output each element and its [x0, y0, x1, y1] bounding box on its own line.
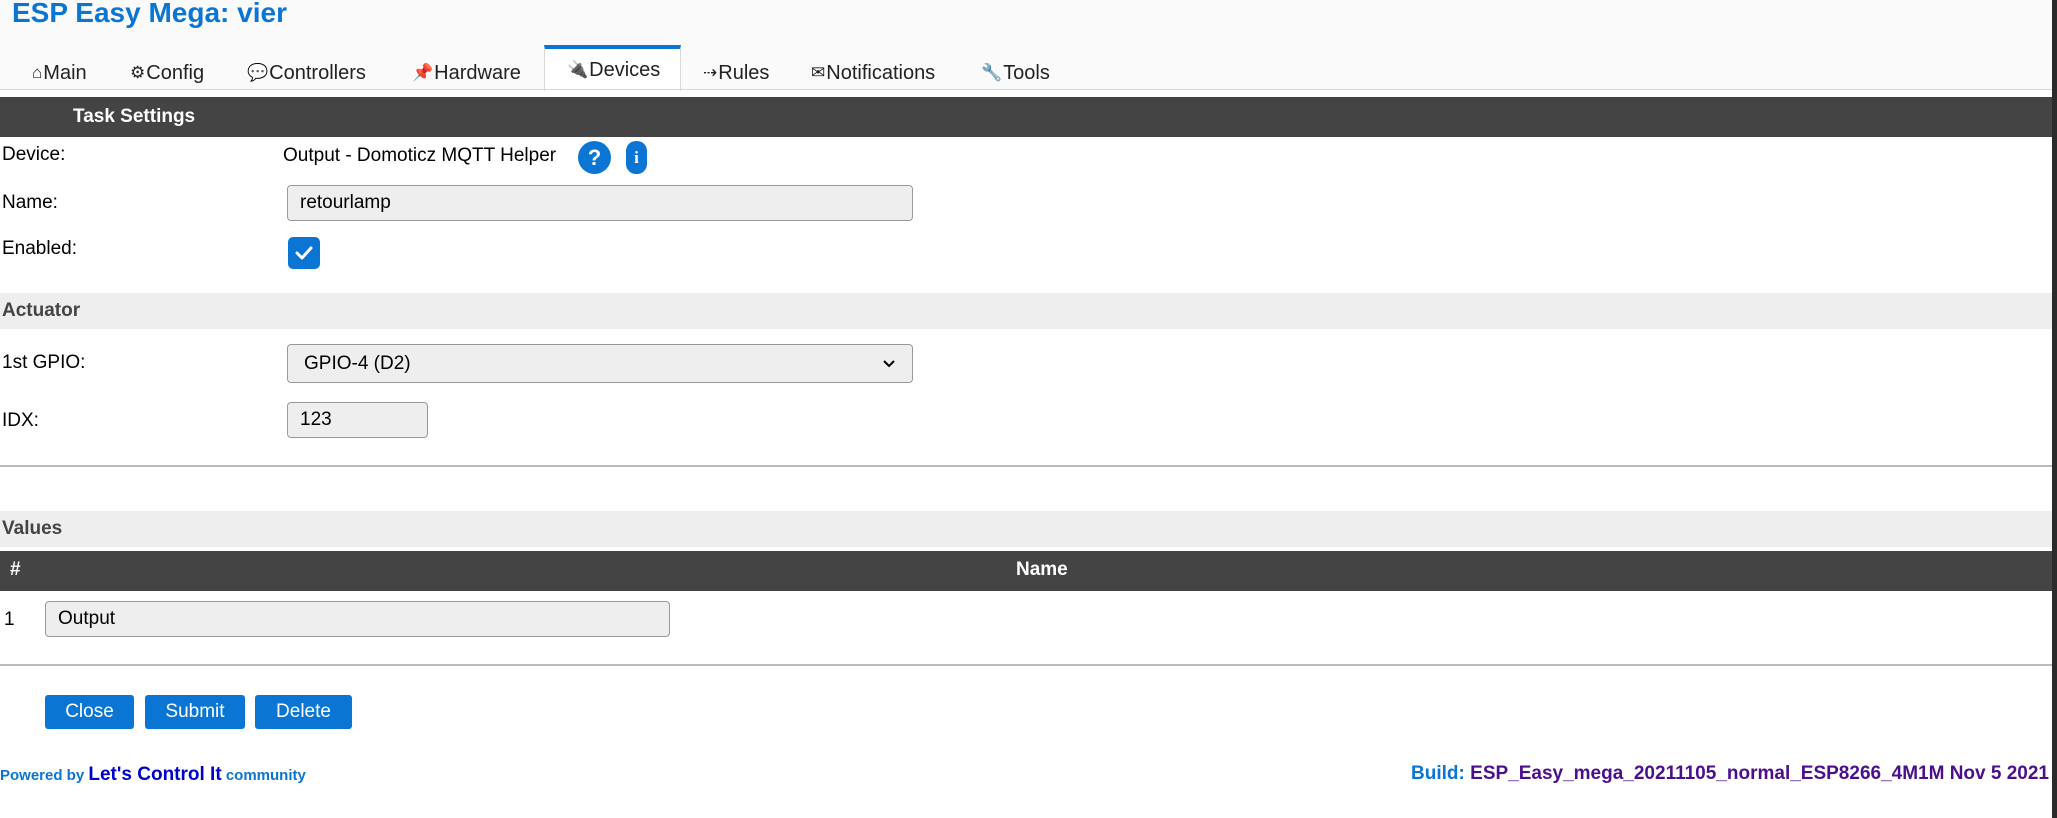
tab-devices[interactable]: 🔌 Devices: [544, 45, 682, 91]
gpio-label: 1st GPIO:: [2, 352, 86, 373]
tab-label: Config: [146, 61, 205, 84]
task-settings-header: Task Settings: [0, 97, 2052, 137]
device-label: Device:: [2, 144, 66, 165]
gear-icon: ⚙: [130, 63, 146, 82]
actuator-header: Actuator: [0, 293, 2052, 329]
enabled-label: Enabled:: [2, 238, 78, 259]
tab-label: Rules: [718, 61, 770, 84]
divider: [0, 465, 2052, 467]
tab-hardware[interactable]: 📌 Hardware: [412, 56, 521, 90]
idx-input[interactable]: 123: [287, 402, 428, 438]
chevron-down-icon: [883, 359, 895, 367]
tab-label: Notifications: [826, 61, 936, 84]
plug-icon: 🔌: [567, 60, 589, 79]
submit-button[interactable]: Submit: [145, 695, 245, 729]
tab-label: Controllers: [269, 61, 366, 84]
tab-main[interactable]: ⌂ Main: [32, 56, 87, 90]
footer-build: Build: ESP_Easy_mega_20211105_normal_ESP…: [1411, 763, 2049, 784]
tab-config[interactable]: ⚙ Config: [130, 56, 204, 90]
enabled-checkbox[interactable]: [288, 237, 320, 269]
wrench-icon: 🔧: [981, 63, 1003, 82]
tab-label: Main: [43, 61, 87, 84]
column-header-name: Name: [1016, 559, 1068, 580]
info-icon[interactable]: i: [626, 141, 647, 174]
footer-powered-by: Powered by Let's Control It community: [0, 764, 306, 785]
name-input[interactable]: retourlamp: [287, 185, 913, 221]
tab-label: Hardware: [434, 61, 521, 84]
envelope-icon: ✉: [811, 63, 826, 82]
tab-rules[interactable]: ⇢ Rules: [703, 56, 769, 90]
checkmark-icon: [295, 246, 313, 260]
tab-notifications[interactable]: ✉ Notifications: [811, 56, 935, 90]
value-name-input[interactable]: Output: [45, 601, 670, 637]
chat-icon: 💬: [247, 63, 269, 82]
gpio-select[interactable]: GPIO-4 (D2): [287, 344, 913, 383]
arrow-right-icon: ⇢: [703, 63, 718, 82]
build-value: ESP_Easy_mega_20211105_normal_ESP8266_4M…: [1470, 763, 2049, 784]
tabbar-divider: [0, 89, 2052, 90]
values-header: Values: [0, 511, 2052, 547]
help-icon[interactable]: ?: [578, 141, 611, 174]
delete-button[interactable]: Delete: [255, 695, 352, 729]
idx-label: IDX:: [2, 410, 39, 431]
window-edge: [2052, 0, 2057, 818]
tab-label: Devices: [589, 58, 661, 81]
home-icon: ⌂: [32, 63, 43, 82]
pin-icon: 📌: [412, 63, 434, 82]
close-button[interactable]: Close: [45, 695, 134, 729]
lets-control-it-link[interactable]: Let's Control It: [88, 764, 221, 785]
tab-label: Tools: [1003, 61, 1050, 84]
tab-controllers[interactable]: 💬 Controllers: [247, 56, 366, 90]
device-value: Output - Domoticz MQTT Helper: [283, 145, 557, 166]
name-label: Name:: [2, 192, 58, 213]
page-title: ESP Easy Mega: vier: [12, 0, 287, 28]
divider: [0, 664, 2052, 666]
column-header-number: #: [10, 559, 21, 580]
values-table-header: # Name: [0, 551, 2052, 591]
value-row-number: 1: [4, 609, 15, 630]
tab-tools[interactable]: 🔧 Tools: [981, 56, 1050, 90]
